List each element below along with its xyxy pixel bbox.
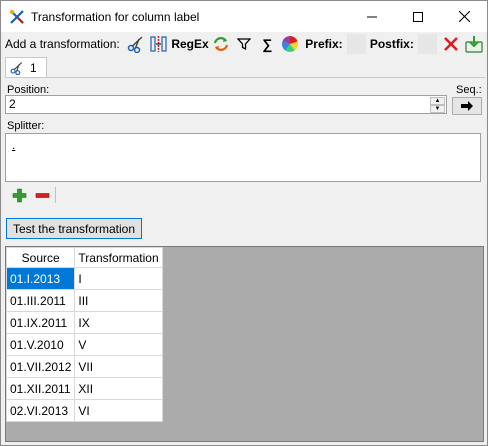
transformation-cell[interactable]: I xyxy=(74,267,163,290)
toolbar-separator xyxy=(55,187,56,203)
source-cell[interactable]: 01.XII.2011 xyxy=(5,377,76,400)
plus-icon xyxy=(12,188,26,202)
transformation-cell[interactable]: VI xyxy=(74,399,163,422)
table-row[interactable]: 01.I.2013 I xyxy=(5,267,163,290)
filter-icon xyxy=(237,38,252,51)
transformation-cell[interactable]: V xyxy=(74,333,163,356)
table-row[interactable]: 02.VI.2013 VI xyxy=(5,399,163,422)
close-button[interactable] xyxy=(441,1,487,32)
arrow-right-icon xyxy=(461,101,473,111)
table-row[interactable]: 01.III.2011 III xyxy=(5,289,163,312)
tab-label: 1 xyxy=(30,61,37,75)
accept-button[interactable] xyxy=(464,33,484,55)
tab-1[interactable]: 1 xyxy=(5,57,47,78)
color-wheel-icon xyxy=(282,36,299,53)
source-cell[interactable]: 01.V.2010 xyxy=(5,333,76,356)
title-bar: Transformation for column label xyxy=(1,1,487,32)
source-cell[interactable]: 01.I.2013 xyxy=(5,267,76,290)
seq-label: Seq.: xyxy=(456,84,482,96)
minimize-button[interactable] xyxy=(349,1,395,32)
column-header-transformation[interactable]: Transformation xyxy=(74,247,163,268)
remove-splitter-button[interactable] xyxy=(34,187,50,203)
add-splitter-button[interactable] xyxy=(11,187,27,203)
source-cell[interactable]: 02.VI.2013 xyxy=(5,399,76,422)
position-input[interactable]: 2 xyxy=(5,95,447,114)
transformation-cell[interactable]: IX xyxy=(74,311,163,334)
postfix-input[interactable] xyxy=(417,34,437,54)
table-row[interactable]: 01.IX.2011 IX xyxy=(5,311,163,334)
position-spinner[interactable]: ▲ ▼ xyxy=(430,97,445,113)
transformation-cell[interactable]: VII xyxy=(74,355,163,378)
postfix-label: Postfix: xyxy=(369,37,414,51)
remove-transformation-button[interactable] xyxy=(441,33,461,55)
minus-icon xyxy=(35,192,49,198)
result-grid-area: Source Transformation 01.I.2013 I 01.III… xyxy=(5,246,484,442)
spinner-down-icon[interactable]: ▼ xyxy=(430,105,445,113)
transformation-window: Transformation for column label Add a tr… xyxy=(0,0,488,446)
position-value: 2 xyxy=(9,97,16,111)
transformation-cell[interactable]: III xyxy=(74,289,163,312)
spinner-up-icon[interactable]: ▲ xyxy=(430,97,445,105)
transformation-cell[interactable]: XII xyxy=(74,377,163,400)
prefix-input[interactable] xyxy=(346,34,366,54)
transformation-toolbar: Add a transformation: RegEx ∑ Prefix: Po… xyxy=(1,32,487,56)
table-row[interactable]: 01.VII.2012 VII xyxy=(5,355,163,378)
add-transformation-label: Add a transformation: xyxy=(5,37,120,51)
scissors-icon xyxy=(10,62,23,75)
splitter-value: . xyxy=(12,138,16,152)
seq-button[interactable] xyxy=(452,97,482,115)
source-cell[interactable]: 01.III.2011 xyxy=(5,289,76,312)
scissors-icon xyxy=(127,36,143,53)
result-grid: Source Transformation 01.I.2013 I 01.III… xyxy=(5,247,163,422)
splitter-label: Splitter: xyxy=(7,120,45,132)
column-header-source[interactable]: Source xyxy=(5,247,76,268)
replace-button[interactable] xyxy=(211,33,231,55)
color-button[interactable] xyxy=(280,33,300,55)
sum-icon: ∑ xyxy=(262,36,273,52)
split-button[interactable] xyxy=(149,33,169,55)
grid-header-row: Source Transformation xyxy=(5,247,163,268)
transformation-tabs: 1 xyxy=(5,57,485,78)
replace-icon xyxy=(214,37,229,51)
split-icon xyxy=(150,36,167,52)
prefix-label: Prefix: xyxy=(305,37,343,51)
source-cell[interactable]: 01.IX.2011 xyxy=(5,311,76,334)
app-transform-icon xyxy=(9,9,24,24)
delete-x-icon xyxy=(444,37,458,51)
maximize-button[interactable] xyxy=(395,1,441,32)
close-icon xyxy=(458,11,470,22)
source-cell[interactable]: 01.VII.2012 xyxy=(5,355,76,378)
splitter-input[interactable]: . xyxy=(5,133,481,182)
filter-button[interactable] xyxy=(234,33,254,55)
minimize-icon xyxy=(367,16,377,17)
save-down-icon xyxy=(465,36,483,53)
table-row[interactable]: 01.XII.2011 XII xyxy=(5,377,163,400)
maximize-icon xyxy=(413,11,423,22)
window-title: Transformation for column label xyxy=(31,9,200,24)
regex-button[interactable]: RegEx xyxy=(171,33,208,55)
test-transformation-button[interactable]: Test the transformation xyxy=(6,218,142,239)
cut-button[interactable] xyxy=(126,33,146,55)
sum-button[interactable]: ∑ xyxy=(257,33,277,55)
table-row[interactable]: 01.V.2010 V xyxy=(5,333,163,356)
